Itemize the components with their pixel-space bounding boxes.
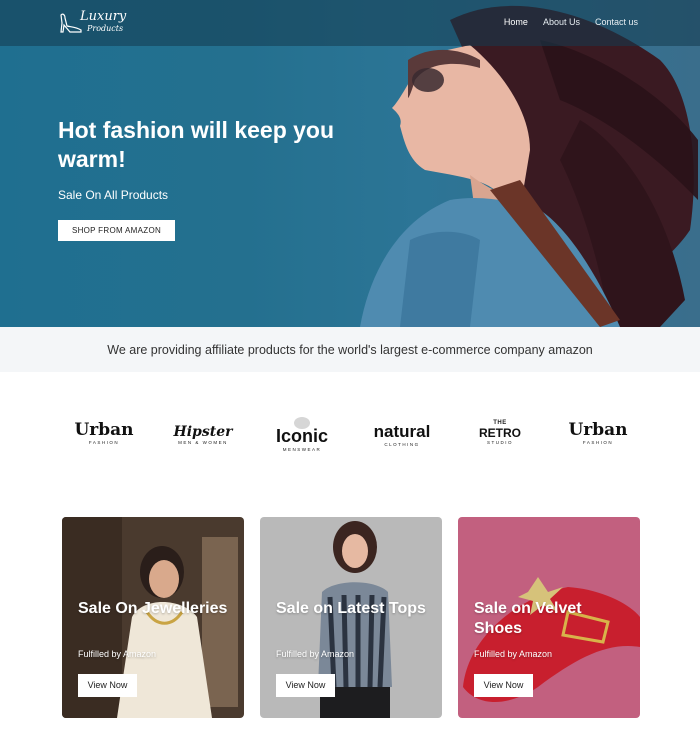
logo-text-luxury: Luxury xyxy=(80,9,127,24)
nav-about-us[interactable]: About Us xyxy=(543,17,580,27)
hero-title: Hot fashion will keep you warm! xyxy=(58,117,335,172)
logo-text-products: Products xyxy=(87,24,124,33)
brand-tagline: STUDIO xyxy=(486,440,513,445)
product-cards: Sale On Jewelleries Fulfilled by Amazon … xyxy=(62,517,640,718)
brand-name: natural xyxy=(373,422,431,441)
brand-name: RETRO xyxy=(479,426,521,440)
hero-section: Luxury Products Home About Us Contact us… xyxy=(0,0,700,327)
affiliate-banner: We are providing affiliate products for … xyxy=(0,327,700,372)
card-subtitle: Fulfilled by Amazon xyxy=(474,649,553,659)
brand-name: Urban xyxy=(568,420,628,440)
brand-logo-the-retro-studio: THE RETRO STUDIO xyxy=(462,420,538,470)
brand-name: Urban xyxy=(74,420,134,440)
brand-logos: Urban FASHION Hipster MEN & WOMEN Iconic… xyxy=(62,412,640,462)
view-now-button[interactable]: View Now xyxy=(474,674,533,697)
brand-logo-urban-fashion-2: Urban FASHION xyxy=(556,420,640,470)
nav-home[interactable]: Home xyxy=(504,17,528,27)
brand-tagline: MENSWEAR xyxy=(282,447,322,452)
brand-tagline: FASHION xyxy=(88,440,120,445)
brand-logo-iconic: Iconic MENSWEAR xyxy=(262,416,342,466)
brand-name: Iconic xyxy=(275,426,328,446)
hero-model-image xyxy=(360,5,698,327)
card-title: Sale on Velvet Shoes xyxy=(474,600,582,637)
card-latest-tops[interactable]: Sale on Latest Tops Fulfilled by Amazon … xyxy=(260,517,442,718)
nav-menu: Home About Us Contact us xyxy=(504,17,638,27)
hero-subtitle: Sale On All Products xyxy=(58,188,169,202)
card-subtitle: Fulfilled by Amazon xyxy=(78,649,157,659)
card-title: Sale On Jewelleries xyxy=(78,600,228,617)
banner-text: We are providing affiliate products for … xyxy=(107,343,593,357)
shop-from-amazon-button[interactable]: SHOP FROM AMAZON xyxy=(58,220,175,241)
brand-name: Hipster xyxy=(173,424,233,440)
view-now-button[interactable]: View Now xyxy=(78,674,137,697)
brand-tagline: MEN & WOMEN xyxy=(178,440,228,445)
brand-tagline: FASHION xyxy=(582,440,614,445)
navbar: Luxury Products Home About Us Contact us xyxy=(0,0,700,46)
brand-tagline: CLOTHING xyxy=(384,442,420,447)
brand-logo-urban-fashion: Urban FASHION xyxy=(62,420,146,470)
nav-contact-us[interactable]: Contact us xyxy=(595,17,638,27)
card-jewelleries[interactable]: Sale On Jewelleries Fulfilled by Amazon … xyxy=(62,517,244,718)
card-title: Sale on Latest Tops xyxy=(276,600,426,617)
card-subtitle: Fulfilled by Amazon xyxy=(276,649,355,659)
card-velvet-shoes[interactable]: Sale on Velvet Shoes Fulfilled by Amazon… xyxy=(458,517,640,718)
brand-logo-natural-clothing: natural CLOTHING xyxy=(362,422,442,472)
logo[interactable]: Luxury Products xyxy=(58,9,138,37)
brand-logo-hipster: Hipster MEN & WOMEN xyxy=(165,424,241,474)
view-now-button[interactable]: View Now xyxy=(276,674,335,697)
